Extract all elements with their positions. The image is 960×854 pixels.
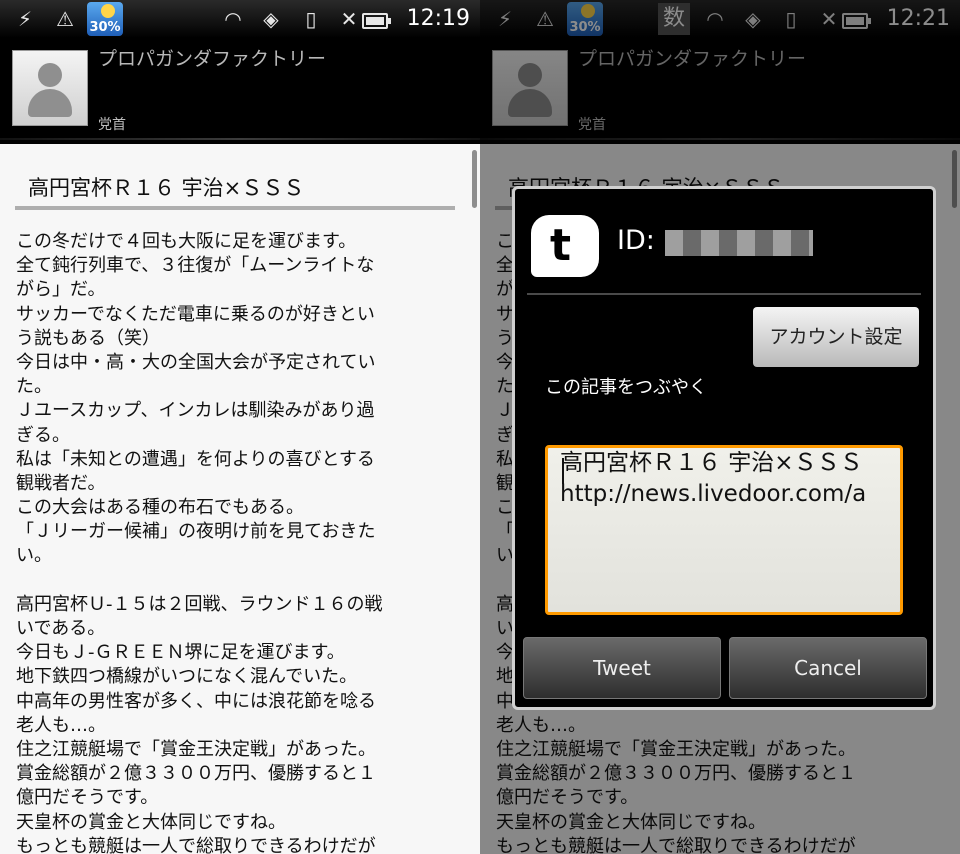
article-line: 住之江競艇場で「賞金王決定戦」があった。 — [16, 738, 376, 760]
author-name: 党首 — [98, 117, 126, 133]
sync-icon: ◈ — [263, 7, 279, 31]
article-line: サッカーでなくただ電車に乗るのが好きとい — [16, 303, 375, 325]
article-line: いである。 — [16, 618, 106, 639]
twitter-icon: t — [531, 215, 599, 277]
article-line: 老人も…。 — [16, 714, 106, 736]
article-line: がら」だ。 — [16, 279, 106, 301]
no-sim-icon: ▯ — [305, 7, 317, 31]
id-label: ID: — [617, 225, 655, 256]
usb-icon: ⚡ — [17, 7, 33, 31]
article-line: 中高年の男性客が多く、中には浪花節を唸る — [16, 690, 376, 712]
article-line: い。 — [16, 545, 52, 567]
weather-icon: 30% — [87, 2, 123, 36]
blog-name: プロパガンダファクトリー — [98, 48, 327, 70]
article-line: ぎる。 — [16, 424, 70, 446]
article-line: この大会はある種の布石でもある。 — [16, 497, 304, 519]
article-line: 賞金総額が２億３３００万円、優勝すると１ — [16, 763, 376, 785]
article-line: う説もある（笑） — [16, 327, 160, 349]
article-line: 地下鉄四つ橋線がいつになく混んでいた。 — [16, 666, 358, 688]
left-screen: ⚡ ⚠ 30% ◠ ◈ ▯ ✕ 12:19 プロパガンダファクトリー 党首 高円… — [0, 0, 480, 854]
right-screen: ⚡ ⚠ 30% 数 ◠ ◈ ▯ ✕ 12:21 プロパガンダファクトリー 党首 … — [480, 0, 960, 854]
dialog-divider — [527, 293, 921, 295]
tweet-line: http://news.livedoor.com/a — [560, 481, 867, 507]
tweet-prompt: この記事をつぶやく — [545, 377, 707, 398]
article-line: 私は「未知との遭遇」を何よりの喜びとする — [16, 448, 375, 470]
article-body: この冬だけで４回も大阪に足を運びます。全て鈍行列車で、３往復が「ムーンライトなが… — [16, 230, 456, 854]
article-line: この冬だけで４回も大阪に足を運びます。 — [16, 231, 357, 252]
cancel-button[interactable]: Cancel — [729, 637, 927, 699]
article-line: 今日は中・高・大の全国大会が予定されてい — [16, 351, 376, 373]
article-line: もっとも競艇は一人で総取りできるわけだが — [16, 835, 376, 854]
article-line — [16, 569, 456, 593]
article-line: 観戦者だ。 — [16, 472, 106, 494]
tweet-dialog: t ID: アカウント設定 この記事をつぶやく 高円宮杯Ｒ１６ 宇治×ＳＳＳ h… — [512, 186, 936, 710]
article-line: 億円だそうです。 — [16, 787, 159, 809]
avatar[interactable] — [12, 50, 88, 126]
article-line: 高円宮杯Ｕ-１５は２回戦、ラウンド１６の戦 — [16, 593, 383, 615]
blurred-user-id — [665, 230, 813, 256]
article-line: 「Ｊリーガー候補」の夜明け前を見ておきた — [16, 521, 376, 543]
article-line: 天皇杯の賞金と大体同じですね。 — [16, 811, 286, 833]
tweet-button[interactable]: Tweet — [523, 637, 721, 699]
text-cursor — [562, 458, 564, 484]
battery-icon — [362, 13, 391, 29]
weather-temp: 30% — [89, 20, 121, 35]
article-view[interactable]: 高円宮杯Ｒ１６ 宇治×ＳＳＳ この冬だけで４回も大阪に足を運びます。 全て鈍行列車… — [0, 144, 480, 854]
blog-header: プロパガンダファクトリー 党首 — [0, 38, 480, 144]
article-line: 全て鈍行列車で、３往復が「ムーンライトな — [16, 255, 375, 277]
tweet-line: 高円宮杯Ｒ１６ 宇治×ＳＳＳ — [560, 450, 863, 476]
article-line: 今日もＪ-ＧＲＥＥＮ堺に足を運びます。 — [16, 642, 345, 664]
warning-icon: ⚠ — [56, 7, 74, 31]
scrollbar[interactable] — [472, 150, 477, 208]
status-bar: ⚡ ⚠ 30% ◠ ◈ ▯ ✕ 12:19 — [0, 0, 480, 38]
clock: 12:19 — [406, 6, 470, 31]
tweet-input[interactable]: 高円宮杯Ｒ１６ 宇治×ＳＳＳ http://news.livedoor.com/… — [545, 445, 903, 615]
title-divider — [15, 206, 455, 210]
wifi-icon: ◠ — [224, 7, 242, 31]
article-line: た。 — [16, 376, 52, 398]
article-title: 高円宮杯Ｒ１６ 宇治×ＳＳＳ — [28, 176, 305, 200]
article-line: Ｊユースカップ、インカレは馴染みがあり過 — [16, 400, 375, 422]
account-settings-button[interactable]: アカウント設定 — [753, 307, 919, 367]
no-signal-icon: ✕ — [340, 7, 358, 31]
